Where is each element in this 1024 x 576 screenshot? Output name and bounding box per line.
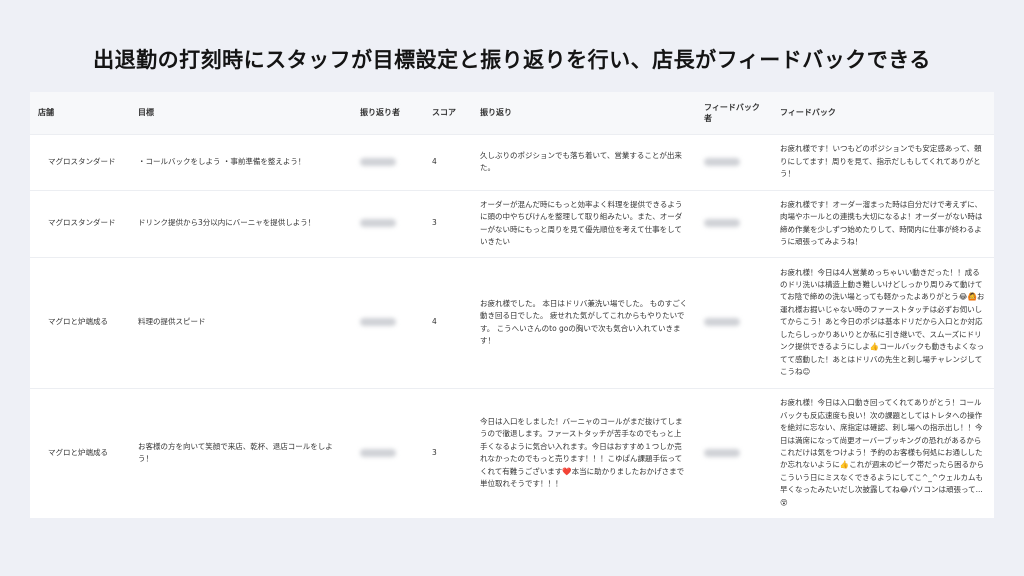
cell-store: マグロスタンダード <box>30 189 130 257</box>
cell-goal: ・コールバックをしよう ・事前準備を整えよう！ <box>130 133 352 190</box>
cell-feedback-by <box>696 133 772 190</box>
cell-goal: ドリンク提供から3分以内にバーニャを提供しよう！ <box>130 189 352 257</box>
cell-reflection: 久しぶりのポジションでも落ち着いて、営業することが出来た。 <box>472 133 696 190</box>
table-row[interactable]: マグロと炉端成る お客様の方を向いて笑顔で来店、乾杯、退店コールをしよう！ 3 … <box>30 387 994 518</box>
cell-feedback: お疲れ様！今日は入口動き回ってくれてありがとう！コールバックも反応速度も良い！次… <box>772 387 994 518</box>
cell-score: 3 <box>424 189 472 257</box>
cell-reviewer <box>352 133 424 190</box>
redacted-name <box>704 157 740 166</box>
cell-feedback-by <box>696 256 772 388</box>
cell-reviewer <box>352 189 424 257</box>
table-row[interactable]: マグロと炉端成る 料理の提供スピード 4 お疲れ様でした。 本日はドリバ兼洗い場… <box>30 256 994 388</box>
header-feedback-by: フィードバック者 <box>704 102 760 123</box>
header-feedback: フィードバック <box>780 108 836 118</box>
redacted-name <box>360 449 396 458</box>
cell-feedback: お疲れ様！今日は4人営業めっちゃいい動きだった！！成るのドリ洗いは構造上動き難し… <box>772 256 994 388</box>
cell-goal: お客様の方を向いて笑顔で来店、乾杯、退店コールをしよう！ <box>130 387 352 518</box>
feedback-table: 店舗 目標 振り返り者 スコア 振り返り フィードバック者 フィードバック マグ… <box>30 92 994 518</box>
cell-store: マグロと炉端成る <box>30 387 130 518</box>
redacted-name <box>704 449 740 458</box>
table-row[interactable]: マグロスタンダード ドリンク提供から3分以内にバーニャを提供しよう！ 3 オーダ… <box>30 189 994 257</box>
header-score: スコア <box>432 108 456 118</box>
redacted-name <box>360 318 396 327</box>
redacted-name <box>360 157 396 166</box>
cell-store: マグロと炉端成る <box>30 256 130 388</box>
cell-reflection: オーダーが混んだ時にもっと効率よく料理を提供できるように頭の中やちびけんを整理し… <box>472 189 696 257</box>
cell-feedback: お疲れ様です！いつもどのポジションでも安定感あって、頼りにしてます！周りを見て、… <box>772 133 994 190</box>
page-title: 出退勤の打刻時にスタッフが目標設定と振り返りを行い、店長がフィードバックできる <box>93 48 931 72</box>
cell-feedback-by <box>696 189 772 257</box>
cell-reflection: お疲れ様でした。 本日はドリバ兼洗い場でした。 ものすごく動き回る日でした。 疲… <box>472 256 696 388</box>
cell-score: 4 <box>424 133 472 190</box>
redacted-name <box>360 219 396 228</box>
cell-reviewer <box>352 387 424 518</box>
cell-score: 4 <box>424 256 472 388</box>
cell-goal: 料理の提供スピード <box>130 256 352 388</box>
table-row[interactable]: マグロスタンダード ・コールバックをしよう ・事前準備を整えよう！ 4 久しぶり… <box>30 133 994 190</box>
header-reflection: 振り返り <box>480 108 512 118</box>
redacted-name <box>704 318 740 327</box>
cell-feedback: お疲れ様です！オーダー溜まった時は自分だけで考えずに、肉場やホールとの連携も大切… <box>772 189 994 257</box>
cell-feedback-by <box>696 387 772 518</box>
cell-store: マグロスタンダード <box>30 133 130 190</box>
cell-reviewer <box>352 256 424 388</box>
header-reviewer: 振り返り者 <box>360 108 400 118</box>
cell-reflection: 今日は入口をしました！バーニャのコールがまだ抜けてしまうので徹退します。ファース… <box>472 387 696 518</box>
header-store: 店舗 <box>38 108 54 118</box>
redacted-name <box>704 219 740 228</box>
cell-score: 3 <box>424 387 472 518</box>
table-header-row: 店舗 目標 振り返り者 スコア 振り返り フィードバック者 フィードバック <box>30 92 994 134</box>
header-goal: 目標 <box>138 108 154 118</box>
